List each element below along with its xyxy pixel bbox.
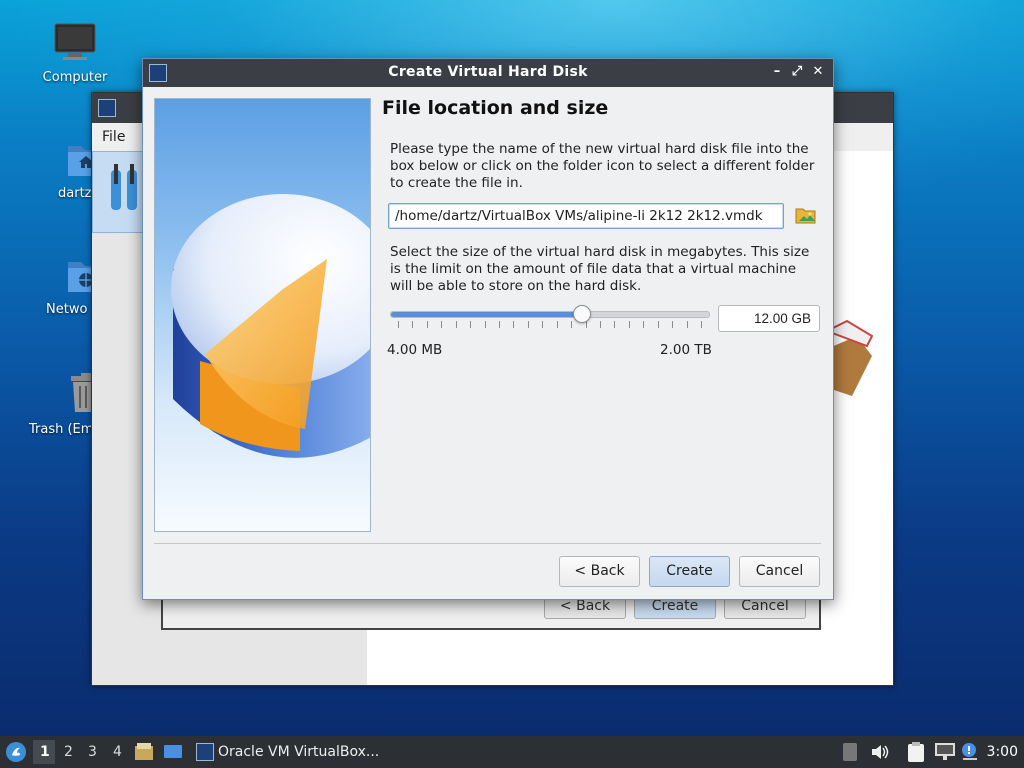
slider-tick xyxy=(686,321,688,328)
start-menu-icon[interactable] xyxy=(6,742,26,762)
dialog-title: Create Virtual Hard Disk xyxy=(388,64,588,80)
slider-tick xyxy=(571,321,573,328)
slider-tick xyxy=(672,321,674,328)
max-size-label: 2.00 TB xyxy=(660,342,712,358)
slider-tick xyxy=(441,321,443,328)
workspace-3[interactable]: 3 xyxy=(88,744,97,760)
slider-tick xyxy=(701,321,702,328)
size-slider-ticks xyxy=(398,321,702,329)
slider-tick xyxy=(426,321,428,328)
minimize-icon[interactable]: – xyxy=(767,62,787,82)
slider-tick xyxy=(628,321,630,328)
slider-tick xyxy=(556,321,558,328)
create-virtual-hard-disk-dialog: Create Virtual Hard Disk – ⤢ ✕ File loca… xyxy=(142,58,834,600)
size-instructions: Select the size of the virtual hard disk… xyxy=(390,244,810,294)
slider-tick xyxy=(643,321,645,328)
notification-icon[interactable] xyxy=(961,742,979,766)
slider-tick xyxy=(484,321,486,328)
clipboard-icon[interactable] xyxy=(907,741,925,767)
slider-tick xyxy=(527,321,529,328)
show-desktop-icon[interactable] xyxy=(163,743,183,765)
menu-file[interactable]: File xyxy=(102,129,125,145)
slider-tick xyxy=(470,321,472,328)
taskbar-app-label: Oracle VM VirtualBox... xyxy=(218,744,380,760)
computer-icon xyxy=(30,22,120,66)
slider-tick xyxy=(614,321,616,328)
dialog-titlebar[interactable]: Create Virtual Hard Disk – ⤢ ✕ xyxy=(143,59,833,87)
close-icon[interactable]: ✕ xyxy=(808,62,828,82)
virtualbox-app-icon xyxy=(98,99,116,117)
workspace-1[interactable]: 1 xyxy=(40,744,50,760)
clock[interactable]: 3:00 xyxy=(987,744,1018,760)
desktop-icon-computer[interactable]: Computer xyxy=(30,22,120,85)
slider-tick xyxy=(657,321,659,328)
desktop-icon-label: Computer xyxy=(42,70,108,85)
size-slider-handle[interactable] xyxy=(572,305,591,323)
file-path-input[interactable] xyxy=(388,203,784,229)
file-manager-icon[interactable] xyxy=(134,742,154,766)
slider-tick xyxy=(455,321,457,328)
slider-tick xyxy=(600,321,601,328)
min-size-label: 4.00 MB xyxy=(387,342,443,358)
button-separator xyxy=(154,543,821,544)
maximize-icon[interactable]: ⤢ xyxy=(787,62,807,82)
network-icon[interactable] xyxy=(934,742,956,766)
slider-tick xyxy=(412,321,414,328)
taskbar-app-virtualbox[interactable]: Oracle VM VirtualBox... xyxy=(192,739,382,765)
slider-tick xyxy=(499,321,500,328)
slider-tick xyxy=(513,321,515,328)
size-slider-fill xyxy=(391,312,582,317)
volume-icon[interactable] xyxy=(870,743,890,765)
size-input[interactable] xyxy=(718,305,820,332)
choose-folder-icon[interactable] xyxy=(795,205,819,227)
tools-item[interactable] xyxy=(92,151,144,233)
updates-icon[interactable] xyxy=(843,743,857,761)
location-instructions: Please type the name of the new virtual … xyxy=(390,141,815,191)
workspace-2[interactable]: 2 xyxy=(64,744,73,760)
slider-tick xyxy=(398,321,399,328)
workspace-4[interactable]: 4 xyxy=(113,744,122,760)
virtualbox-app-icon xyxy=(196,743,214,761)
hard-disk-illustration xyxy=(154,98,371,532)
back-button[interactable]: < Back xyxy=(559,556,640,587)
create-button[interactable]: Create xyxy=(649,556,730,587)
taskbar: 1 2 3 4 Oracle VM VirtualBox... 3:00 xyxy=(0,736,1024,768)
page-title: File location and size xyxy=(382,97,609,119)
cancel-button[interactable]: Cancel xyxy=(739,556,820,587)
slider-tick xyxy=(542,321,544,328)
size-slider[interactable] xyxy=(390,311,710,318)
